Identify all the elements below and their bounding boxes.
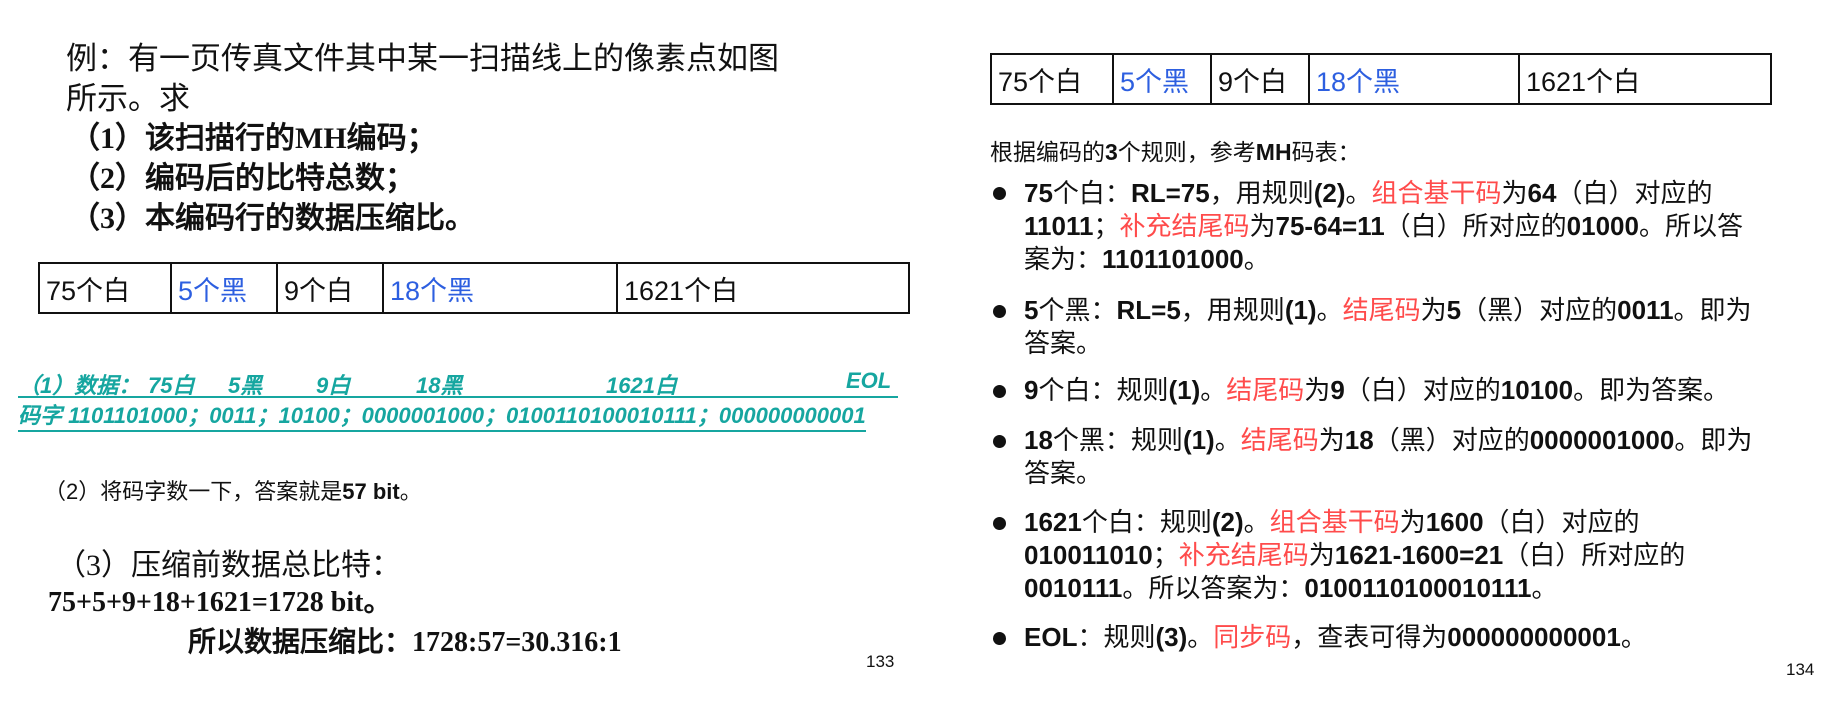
- answer-3-line-1: （3）压缩前数据总比特：: [56, 549, 401, 582]
- bullet-75-white: 75个白：RL=75，用规则(2)。组合基干码为64（白）对应的 11011；补…: [1024, 178, 1743, 274]
- run-cell-white-1621: 1621个白: [1518, 53, 1772, 105]
- run-cell-black-5: 5个黑: [1112, 53, 1212, 105]
- run-label-5b: 5黑: [228, 373, 263, 398]
- run-cell-white-9: 9个白: [1210, 53, 1310, 105]
- bullet-dot: [993, 385, 1006, 398]
- rules-intro: 根据编码的3个规则，参考MH码表：: [990, 139, 1361, 165]
- run-cell-black-18: 18个黑: [1308, 53, 1520, 105]
- page-number-right: 134: [1786, 660, 1815, 679]
- bullet-dot: [993, 187, 1006, 200]
- run-cell-white-9: 9个白: [276, 262, 384, 314]
- bullet-dot: [993, 517, 1006, 530]
- term-base-code: 组合基干码: [1371, 178, 1502, 208]
- answer-2: （2）将码字数一下，答案就是57 bit。: [44, 479, 422, 504]
- question-line-2: 所示。求: [66, 81, 190, 116]
- pixel-run-table-right: 75个白 5个黑 9个白 18个黑 1621个白: [990, 53, 1772, 105]
- run-label-9w: 9白: [316, 373, 351, 398]
- bullet-5-black: 5个黑：RL=5，用规则(1)。结尾码为5（黑）对应的0011。即为 答案。: [1024, 295, 1752, 358]
- run-label-eol: EOL: [846, 368, 892, 393]
- run-cell-white-75: 75个白: [990, 53, 1114, 105]
- pixel-run-table-left: 75个白 5个黑 9个白 18个黑 1621个白: [38, 262, 910, 314]
- page-number-left: 133: [866, 652, 895, 671]
- question-line-1: 例：有一页传真文件其中某一扫描线上的像素点如图: [66, 41, 779, 76]
- total-bits: 57 bit: [342, 479, 400, 504]
- bullet-dot: [993, 435, 1006, 448]
- bullet-eol: EOL：规则(3)。同步码，查表可得为000000000001。: [1024, 622, 1647, 652]
- question-item-2: （2）编码后的比特总数；: [70, 162, 415, 195]
- term-terminating-code: 补充结尾码: [1119, 211, 1250, 241]
- bullet-18-black: 18个黑：规则(1)。结尾码为18（黑）对应的0000001000。即为 答案。: [1024, 425, 1753, 488]
- run-cell-black-18: 18个黑: [382, 262, 618, 314]
- term-sync-code: 同步码: [1213, 622, 1292, 652]
- question-item-1: （1）该扫描行的MH编码；: [70, 122, 437, 155]
- answer-1-data-line: （1）数据： 75白 5黑 9白 18黑 1621白 EOL: [18, 368, 898, 398]
- run-cell-white-75: 75个白: [38, 262, 172, 314]
- run-cell-black-5: 5个黑: [170, 262, 278, 314]
- run-label-1621w: 1621白: [606, 373, 677, 398]
- answer-1-prefix: （1）数据：: [18, 373, 141, 398]
- run-label-75w: 75白: [148, 373, 195, 398]
- run-label-18b: 18黑: [416, 373, 463, 398]
- bullet-9-white: 9个白：规则(1)。结尾码为9（白）对应的10100。即为答案。: [1024, 375, 1730, 405]
- run-cell-white-1621: 1621个白: [616, 262, 910, 314]
- answer-1-codewords: 码字 1101101000；0011；10100；0000001000；0100…: [18, 398, 866, 432]
- answer-3-line-2: 75+5+9+18+1621=1728 bit。: [48, 587, 392, 618]
- answer-3-line-3: 所以数据压缩比：1728:57=30.316:1: [188, 627, 622, 658]
- bullet-dot: [993, 632, 1006, 645]
- question-item-3: （3）本编码行的数据压缩比。: [70, 202, 475, 235]
- bullet-dot: [993, 305, 1006, 318]
- bullet-1621-white: 1621个白：规则(2)。组合基干码为1600（白）对应的 010011010；…: [1024, 507, 1686, 603]
